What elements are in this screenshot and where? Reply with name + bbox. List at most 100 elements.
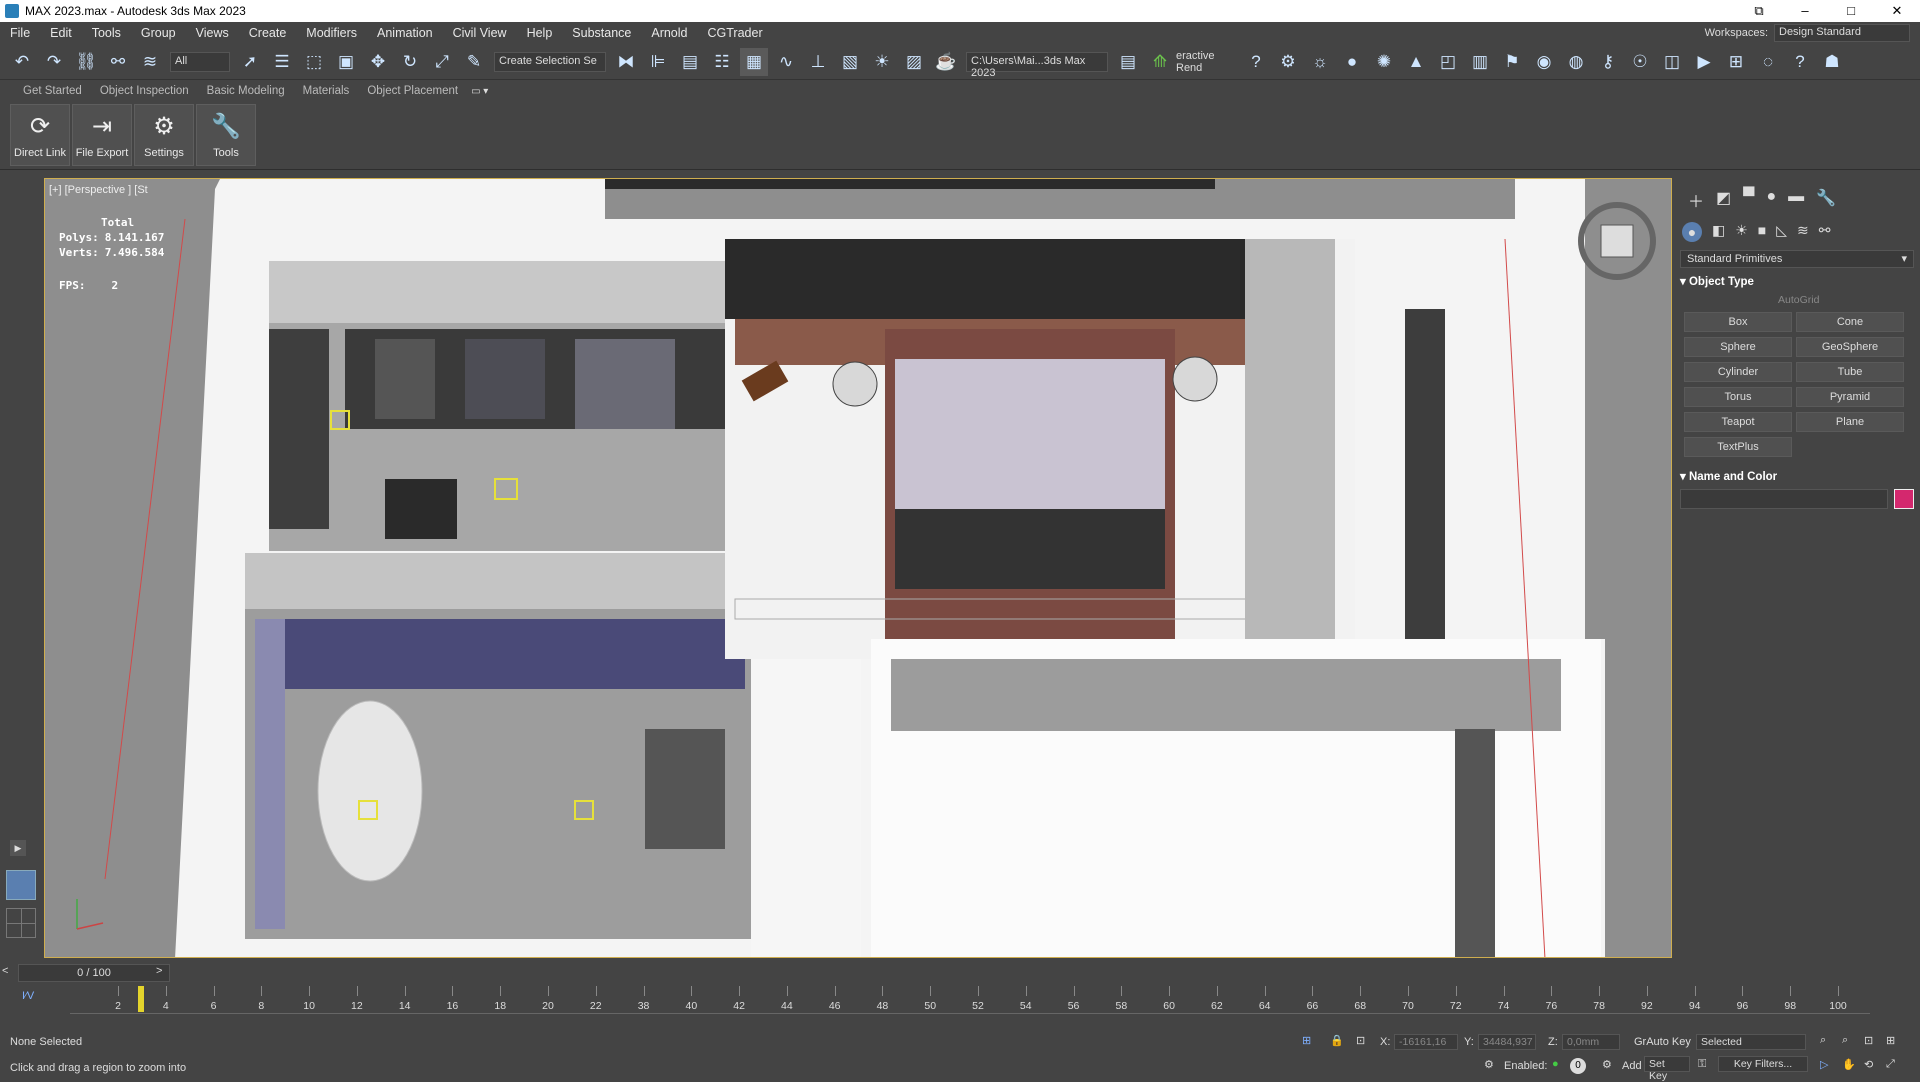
tube-button[interactable]: Tube [1796,362,1904,382]
tab-object-placement[interactable]: Object Placement [358,85,467,97]
tree-icon[interactable]: ▲ [1402,48,1430,76]
utilities-tab-icon[interactable]: 🔧 [1816,188,1836,212]
play-icon[interactable]: ▷ [1820,1058,1828,1071]
cylinder-button[interactable]: Cylinder [1684,362,1792,382]
render-mode-label[interactable]: eractive Rend [1176,50,1240,74]
expand-arrow-icon[interactable]: ▶ [10,840,26,856]
maximize-viewport-icon[interactable]: ⤢ [1886,1058,1895,1071]
object-type-rollout[interactable]: ▾ Object Type [1680,274,1914,288]
z-coordinate-field[interactable]: 0,0mm [1562,1034,1620,1050]
menu-cgtrader[interactable]: CGTrader [698,26,773,40]
placement-icon[interactable]: ✎ [460,48,488,76]
menu-substance[interactable]: Substance [562,26,641,40]
arnold-icon[interactable]: ⚙ [1274,48,1302,76]
redo-icon[interactable]: ↷ [40,48,68,76]
key-mode-dropdown[interactable]: Selected [1696,1034,1806,1050]
workspaces-dropdown[interactable]: Design Standard [1774,24,1910,42]
add-time-tag-label[interactable]: Add [1622,1060,1642,1072]
set-key-icon[interactable]: ⚿ [1698,1058,1706,1071]
menu-views[interactable]: Views [186,26,239,40]
material-icon[interactable]: ◍ [1562,48,1590,76]
maximize-button[interactable]: □ [1828,0,1874,22]
file-export-button[interactable]: ⇥ File Export [72,104,132,166]
rotate-icon[interactable]: ↻ [396,48,424,76]
render-frame-icon[interactable]: ▤ [1114,48,1142,76]
curve-editor-mini-icon[interactable]: I⁄V [22,990,34,1002]
mirror-icon[interactable]: ⧓ [612,48,640,76]
timeline-ruler[interactable]: 2 4 6 8 10 12 14 16 18 20 22 38 40 42 44 46 48 50 52 54 56 58… [70,984,1870,1014]
perspective-viewport[interactable]: [+] [Perspective ] [St Total Polys: 8.141… [44,178,1672,958]
light-icon[interactable]: ☼ [1306,48,1334,76]
undo-icon[interactable]: ↶ [8,48,36,76]
tab-materials[interactable]: Materials [294,85,359,97]
help-icon[interactable]: ? [1242,48,1270,76]
next-frame-icon[interactable]: > [156,965,162,977]
render-view-icon[interactable]: ▶ [1690,48,1718,76]
track-bar[interactable]: I⁄V 2 4 6 8 10 12 14 16 18 20 22 38 40 42 44 46 48 50 52 54… [0,984,1920,1018]
ribbon-options-icon[interactable]: ▭ ▾ [471,86,488,97]
absolute-mode-icon[interactable]: ⊡ [1356,1034,1365,1047]
single-viewport-icon[interactable] [6,870,36,900]
sphere-button[interactable]: Sphere [1684,337,1792,357]
grid-icon[interactable]: ⊞ [1722,48,1750,76]
sun-icon[interactable]: ✺ [1370,48,1398,76]
autogrid-checkbox[interactable]: AutoGrid [1778,294,1920,306]
bind-spacewarp-icon[interactable]: ≋ [136,48,164,76]
curve-editor-icon[interactable]: ∿ [772,48,800,76]
name-color-rollout[interactable]: ▾ Name and Color [1680,469,1914,483]
menu-civil-view[interactable]: Civil View [443,26,517,40]
layer-explorer-icon[interactable]: ▤ [676,48,704,76]
zoom-all-icon[interactable]: ⌕ [1842,1034,1848,1047]
menu-help[interactable]: Help [517,26,563,40]
scale-icon[interactable]: ⤢ [428,48,456,76]
systems-icon[interactable]: ⚯ [1819,222,1831,242]
settings-button[interactable]: ⚙ Settings [134,104,194,166]
menu-file[interactable]: File [0,26,40,40]
scene-render[interactable] [45,179,1672,958]
help-circle-icon[interactable]: ? [1786,48,1814,76]
helpers-icon[interactable]: ◺ [1776,222,1787,242]
enabled-indicator-icon[interactable]: ● [1552,1058,1559,1070]
restore-layout-icon[interactable]: ⧉ [1736,0,1782,22]
select-object-icon[interactable]: ➚ [236,48,264,76]
zoom-icon[interactable]: ⌕ [1820,1034,1826,1047]
geometry-icon[interactable]: ● [1682,222,1702,242]
torus-button[interactable]: Torus [1684,387,1792,407]
lamp-icon[interactable]: ☉ [1626,48,1654,76]
modify-tab-icon[interactable]: ◩ [1716,188,1731,212]
frame-spinner[interactable]: 0 [1570,1058,1586,1074]
zoom-extents-all-icon[interactable]: ⊞ [1886,1034,1895,1047]
spacewarps-icon[interactable]: ≋ [1797,222,1809,242]
rendered-frame-icon[interactable]: ▨ [900,48,928,76]
project-path-field[interactable]: C:\Users\Mai...3ds Max 2023 [966,51,1108,79]
isolate-selection-icon[interactable]: ⊞ [1302,1034,1311,1047]
quad-viewport-icon[interactable] [6,908,36,938]
cameras-icon[interactable]: ■ [1758,222,1766,242]
pyramid-button[interactable]: Pyramid [1796,387,1904,407]
lock-selection-icon[interactable]: 🔒 [1330,1034,1344,1047]
camera-icon[interactable]: ◉ [1530,48,1558,76]
minimize-button[interactable]: – [1782,0,1828,22]
selection-filter-dropdown[interactable]: All [170,51,230,72]
move-icon[interactable]: ✥ [364,48,392,76]
teapot-button[interactable]: Teapot [1684,412,1792,432]
material-editor-icon[interactable]: ▧ [836,48,864,76]
schematic-view-icon[interactable]: ⊥ [804,48,832,76]
orbit-view-icon[interactable]: ⟲ [1864,1058,1873,1071]
create-tab-icon[interactable]: ＋ [1688,188,1704,212]
cone-button[interactable]: Cone [1796,312,1904,332]
textplus-button[interactable]: TextPlus [1684,437,1792,457]
menu-create[interactable]: Create [239,26,297,40]
link-icon[interactable]: ⛓ [72,48,100,76]
object-name-input[interactable] [1680,489,1888,509]
time-slider[interactable]: 0 / 100 [18,964,170,982]
viewport-label[interactable]: [+] [Perspective ] [St [49,184,148,196]
primitive-category-dropdown[interactable]: Standard Primitives [1680,250,1914,268]
menu-tools[interactable]: Tools [82,26,131,40]
tab-basic-modeling[interactable]: Basic Modeling [198,85,294,97]
close-button[interactable]: ✕ [1874,0,1920,22]
shapes-icon[interactable]: ◧ [1712,222,1725,242]
toggle-ribbon-icon[interactable]: ☷ [708,48,736,76]
align-icon[interactable]: ⊫ [644,48,672,76]
playhead[interactable] [138,986,144,1012]
